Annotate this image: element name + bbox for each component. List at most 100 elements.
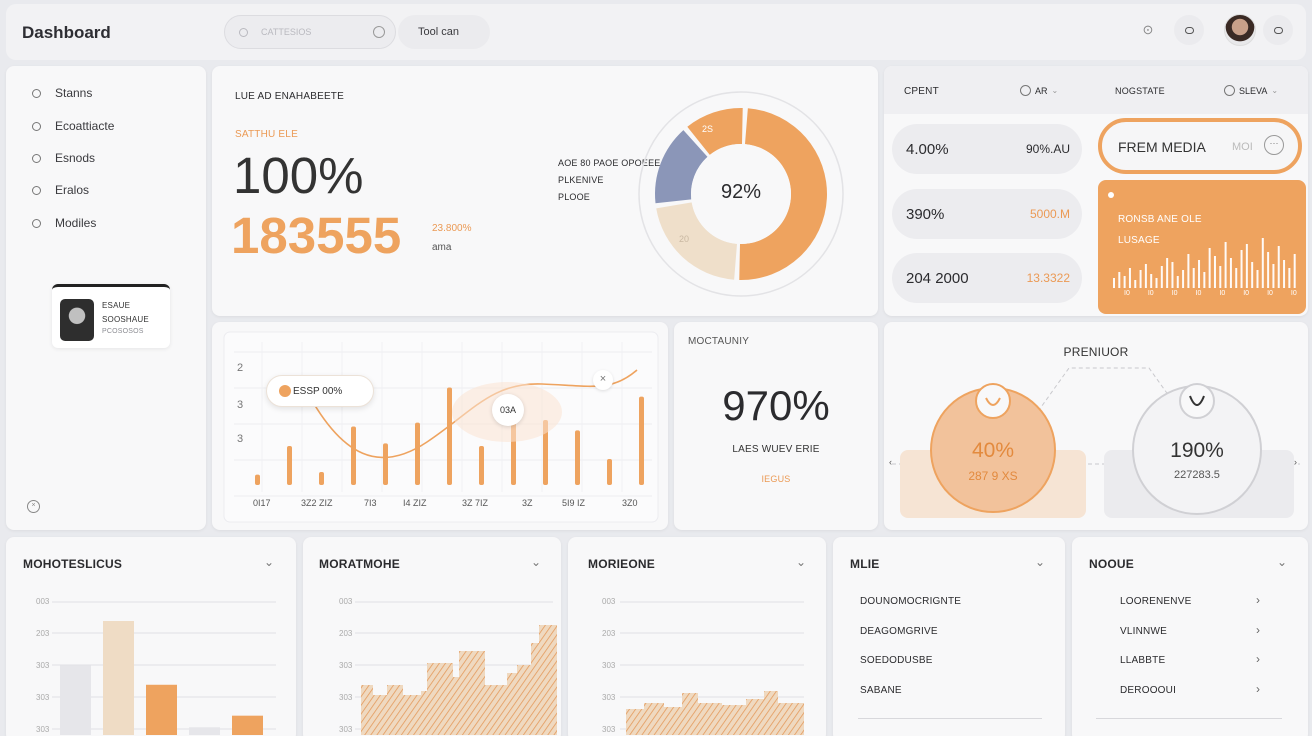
- sidebar-item-ecoattiacte[interactable]: Ecoattiacte: [32, 119, 114, 133]
- usage-bar: [1182, 270, 1185, 288]
- list-item[interactable]: DEROOOUI: [1120, 685, 1176, 696]
- stat-row-2[interactable]: 390% 5000.M: [892, 189, 1082, 239]
- list-item[interactable]: DEAGOMGRIVE: [860, 626, 938, 637]
- bottom-panel-3: MORIEONE ⌄ 003 203 303 303 303: [568, 537, 826, 736]
- x-label: 7I3: [364, 498, 377, 508]
- col1-toggle[interactable]: AR ⌄: [1020, 85, 1058, 96]
- profile-line-3: PCOSOSOS: [102, 328, 144, 335]
- profile-card[interactable]: ESAUE SOOSHAUE PCOSOSOS: [52, 284, 170, 348]
- y-tick: 003: [339, 597, 353, 606]
- trend-bar: [415, 422, 420, 485]
- stat-row-left: 4.00%: [906, 140, 949, 158]
- sidebar-item-stanns[interactable]: Stanns: [32, 86, 92, 100]
- chevron-right-icon[interactable]: ›: [1256, 593, 1260, 607]
- usage-bar: [1144, 264, 1147, 288]
- stat-row-3[interactable]: 204 2000 13.3322: [892, 253, 1082, 303]
- settings-icon[interactable]: ⊙: [1140, 22, 1156, 38]
- x-label: 3Z: [522, 498, 533, 508]
- metric-sub: IEGUS: [761, 474, 791, 484]
- trend-bar: [575, 430, 580, 485]
- more-icon[interactable]: ···: [1264, 135, 1284, 155]
- chevron-down-icon[interactable]: ⌄: [264, 555, 274, 569]
- list-item[interactable]: VLINNWE: [1120, 626, 1167, 637]
- search-icon: [239, 28, 248, 37]
- trend-bar: [479, 446, 484, 485]
- chevron-down-icon[interactable]: ⌄: [531, 555, 541, 569]
- hatched-bar: [644, 703, 664, 735]
- usage-axis-label: I0: [1124, 290, 1130, 297]
- donut-center-value: 92%: [720, 181, 762, 203]
- sidebar-item-modiles[interactable]: Modiles: [32, 216, 96, 230]
- bottom-bar: [146, 684, 177, 735]
- list-item[interactable]: LOORENENVE: [1120, 596, 1191, 607]
- x-label: 3Z2 ZIZ: [301, 498, 333, 508]
- chevron-right-icon[interactable]: ›: [1256, 682, 1260, 696]
- collapse-icon[interactable]: ×: [27, 500, 40, 513]
- notifications-icon[interactable]: [1174, 15, 1204, 45]
- media-button[interactable]: FREM MEDIA MOI ···: [1098, 118, 1302, 174]
- chevron-down-icon[interactable]: ⌄: [1277, 555, 1287, 569]
- y-tick: 303: [602, 693, 616, 702]
- stat-row-1[interactable]: 4.00% 90%.AU: [892, 124, 1082, 174]
- bottom-bar: [232, 715, 263, 735]
- metric-card: MOCTAUNIY 970% LAES WUEV ERIE IEGUS: [674, 322, 878, 530]
- donut-seg-label-top: 2S: [702, 124, 714, 134]
- chevron-right-icon[interactable]: ›: [1256, 623, 1260, 637]
- panel-title: MORATMOHE: [319, 557, 400, 571]
- list-item[interactable]: SABANE: [860, 685, 902, 696]
- usage-axis-label: I0: [1219, 290, 1226, 297]
- bottom-bar: [60, 665, 91, 735]
- clock-icon: [1224, 85, 1235, 96]
- close-icon[interactable]: ×: [593, 370, 613, 390]
- col1-title: CPENT: [904, 86, 939, 97]
- y-tick: 3: [237, 433, 244, 445]
- y-tick: 303: [36, 725, 50, 734]
- chevron-down-icon: ⌄: [1051, 86, 1059, 95]
- bottom-bar: [103, 621, 134, 735]
- usage-bar: [1134, 280, 1137, 288]
- circle-icon: [32, 121, 41, 131]
- search-box[interactable]: CATTESIOS: [224, 15, 396, 49]
- list-item[interactable]: SOEDODUSBE: [860, 655, 933, 666]
- menu-icon[interactable]: [1263, 15, 1293, 45]
- usage-sparkline: [1113, 238, 1296, 288]
- media-more-label: MOI: [1232, 141, 1253, 153]
- clear-search-icon[interactable]: [373, 26, 385, 38]
- list-item[interactable]: LLABBTE: [1120, 655, 1165, 666]
- chevron-right-icon[interactable]: ›: [1294, 457, 1297, 467]
- sidebar-item-esnods[interactable]: Esnods: [32, 151, 95, 165]
- tool-button[interactable]: Tool can: [398, 15, 490, 49]
- hatched-bar: [722, 705, 746, 735]
- tooltip-dot: [279, 385, 291, 397]
- y-tick: 3: [237, 399, 244, 411]
- chevron-left-icon[interactable]: ‹: [889, 457, 892, 467]
- usage-bar: [1176, 276, 1179, 288]
- list-item[interactable]: DOUNOMOCRIGNTE: [860, 596, 961, 607]
- avatar[interactable]: [1224, 14, 1256, 46]
- usage-bar: [1288, 268, 1291, 288]
- col2-toggle[interactable]: SLEVA ⌄: [1224, 85, 1278, 96]
- col2-title: NOGSTATE: [1115, 86, 1165, 96]
- hatched-bar: [485, 685, 507, 735]
- chevron-right-icon[interactable]: ›: [1256, 652, 1260, 666]
- stat-row-right: 90%.AU: [1025, 142, 1070, 156]
- hatched-bar: [361, 685, 373, 735]
- chevron-down-icon[interactable]: ⌄: [796, 555, 806, 569]
- usage-bar: [1113, 278, 1115, 288]
- hero-delta-label: ama: [432, 242, 452, 253]
- hatched-bar: [373, 695, 387, 735]
- usage-bar: [1171, 262, 1174, 288]
- sidebar: Stanns Ecoattiacte Esnods Eralos Modiles…: [6, 66, 206, 530]
- circle-icon: [32, 185, 41, 195]
- y-tick: 003: [36, 597, 50, 606]
- x-label: 3Z0: [622, 498, 638, 508]
- usage-axis-label: I0: [1171, 290, 1178, 297]
- trend-bar: [287, 446, 292, 485]
- chevron-down-icon: ⌄: [1271, 86, 1279, 95]
- trend-bar: [351, 426, 356, 485]
- chevron-down-icon[interactable]: ⌄: [1035, 555, 1045, 569]
- x-label: I4 ZIZ: [403, 498, 427, 508]
- hatched-bar: [746, 699, 764, 735]
- sidebar-item-eralos[interactable]: Eralos: [32, 183, 89, 197]
- circle-icon: [32, 218, 41, 228]
